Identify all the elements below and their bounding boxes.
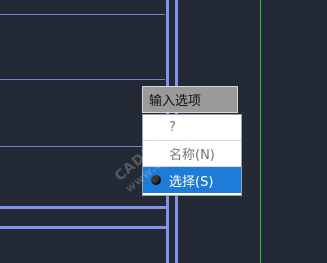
drawing-line <box>0 14 165 15</box>
dynamic-input-prompt-label: 输入选项 <box>149 94 202 109</box>
dynamic-input-prompt: 输入选项 <box>142 86 238 113</box>
radio-bullet-icon <box>151 175 161 185</box>
drawing-line <box>0 146 165 147</box>
option-label: 选择(S) <box>169 174 214 190</box>
drawing-line <box>0 79 165 80</box>
drawing-line <box>0 206 168 209</box>
option-question[interactable]: ? <box>143 115 241 141</box>
drawing-line <box>260 0 261 263</box>
drawing-line <box>0 226 168 229</box>
drawing-area[interactable]: 输入选项 ? 名称(N) 选择(S) CAD自学网 www.cadzxw.com <box>0 0 327 263</box>
option-select[interactable]: 选择(S) <box>143 167 241 193</box>
dynamic-input-options-menu: ? 名称(N) 选择(S) <box>142 114 242 196</box>
option-name[interactable]: 名称(N) <box>143 141 241 167</box>
option-label: ? <box>169 120 176 135</box>
option-label: 名称(N) <box>169 148 215 163</box>
